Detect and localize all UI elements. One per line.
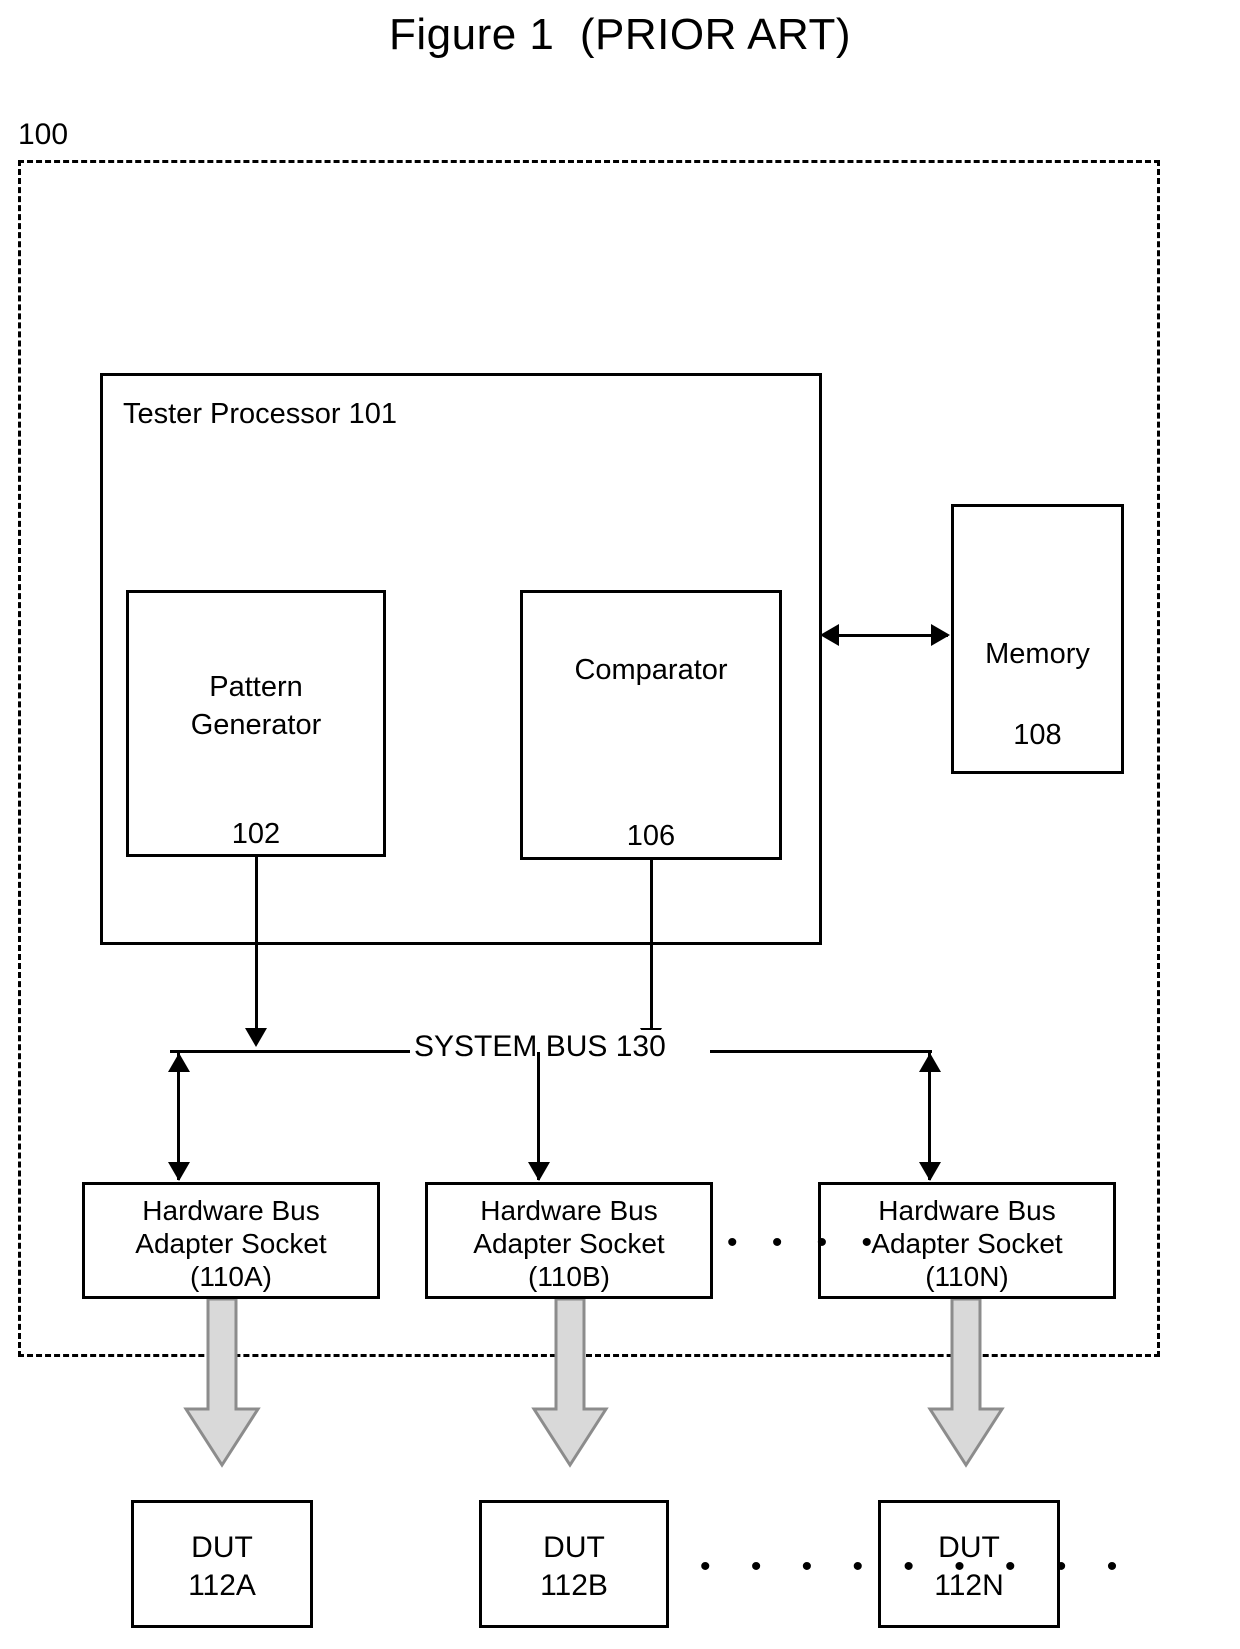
bus-socket-a-arrowhead-down [168, 1162, 190, 1181]
memory-name: Memory [985, 638, 1090, 670]
dut-box-n: DUT 112N [878, 1500, 1060, 1628]
pattern-generator-ref: 102 [231, 818, 281, 850]
socket-a-ref: (110A) [190, 1261, 272, 1292]
dut-box-b: DUT 112B [479, 1500, 669, 1628]
pattern-generator-bus-arrowhead [245, 1028, 267, 1047]
processor-memory-connector [824, 634, 948, 637]
block-arrow-socket-a-to-dut [183, 1299, 261, 1468]
hardware-bus-adapter-socket-n: Hardware Bus Adapter Socket (110N) [818, 1182, 1116, 1299]
bus-socket-n-arrowhead-up [919, 1053, 941, 1072]
dut-n-ref: 112N [934, 1569, 1004, 1602]
dut-n-name: DUT [938, 1531, 1000, 1564]
pattern-generator-box: Pattern Generator 102 [126, 590, 386, 857]
socket-n-name: Hardware Bus Adapter Socket [871, 1195, 1063, 1259]
socket-n-ref: (110N) [925, 1261, 1009, 1292]
figure-title: Figure 1 (PRIOR ART) [388, 10, 851, 59]
dut-a-ref: 112A [188, 1569, 256, 1602]
hardware-bus-adapter-socket-a: Hardware Bus Adapter Socket (110A) [82, 1182, 380, 1299]
pattern-generator-bus-line [255, 857, 258, 1030]
comparator-ref: 106 [626, 820, 676, 852]
processor-memory-arrowhead-right [931, 624, 950, 646]
bus-socket-b-line [537, 1052, 540, 1180]
socket-b-name: Hardware Bus Adapter Socket [473, 1195, 665, 1259]
bus-socket-a-arrowhead-up [168, 1053, 190, 1072]
bus-socket-n-arrowhead-down [919, 1162, 941, 1181]
block-arrow-socket-b-to-dut [531, 1299, 609, 1468]
comparator-box: Comparator 106 [520, 590, 782, 860]
socket-b-ref: (110B) [528, 1261, 610, 1292]
memory-box: Memory 108 [951, 504, 1124, 774]
system-bus-line-right [710, 1050, 932, 1053]
socket-a-name: Hardware Bus Adapter Socket [135, 1195, 327, 1259]
pattern-generator-name: Pattern Generator [190, 671, 322, 741]
hardware-bus-adapter-socket-b: Hardware Bus Adapter Socket (110B) [425, 1182, 713, 1299]
tester-processor-label: Tester Processor 101 [123, 398, 398, 430]
dut-box-a: DUT 112A [131, 1500, 313, 1628]
dut-a-name: DUT [191, 1531, 253, 1564]
comparator-bus-line [650, 860, 653, 1030]
dut-b-name: DUT [543, 1531, 605, 1564]
memory-ref: 108 [1013, 719, 1062, 751]
bus-socket-b-arrowhead-down [528, 1162, 550, 1181]
system-bus-line-left [170, 1050, 420, 1053]
dut-b-ref: 112B [540, 1569, 608, 1602]
system-reference-label: 100 [18, 118, 69, 151]
processor-memory-arrowhead-left [820, 624, 839, 646]
figure-canvas: Figure 1 (PRIOR ART) 100 Tester Processo… [0, 0, 1240, 1649]
comparator-name: Comparator [574, 654, 728, 686]
block-arrow-socket-n-to-dut [927, 1299, 1005, 1468]
